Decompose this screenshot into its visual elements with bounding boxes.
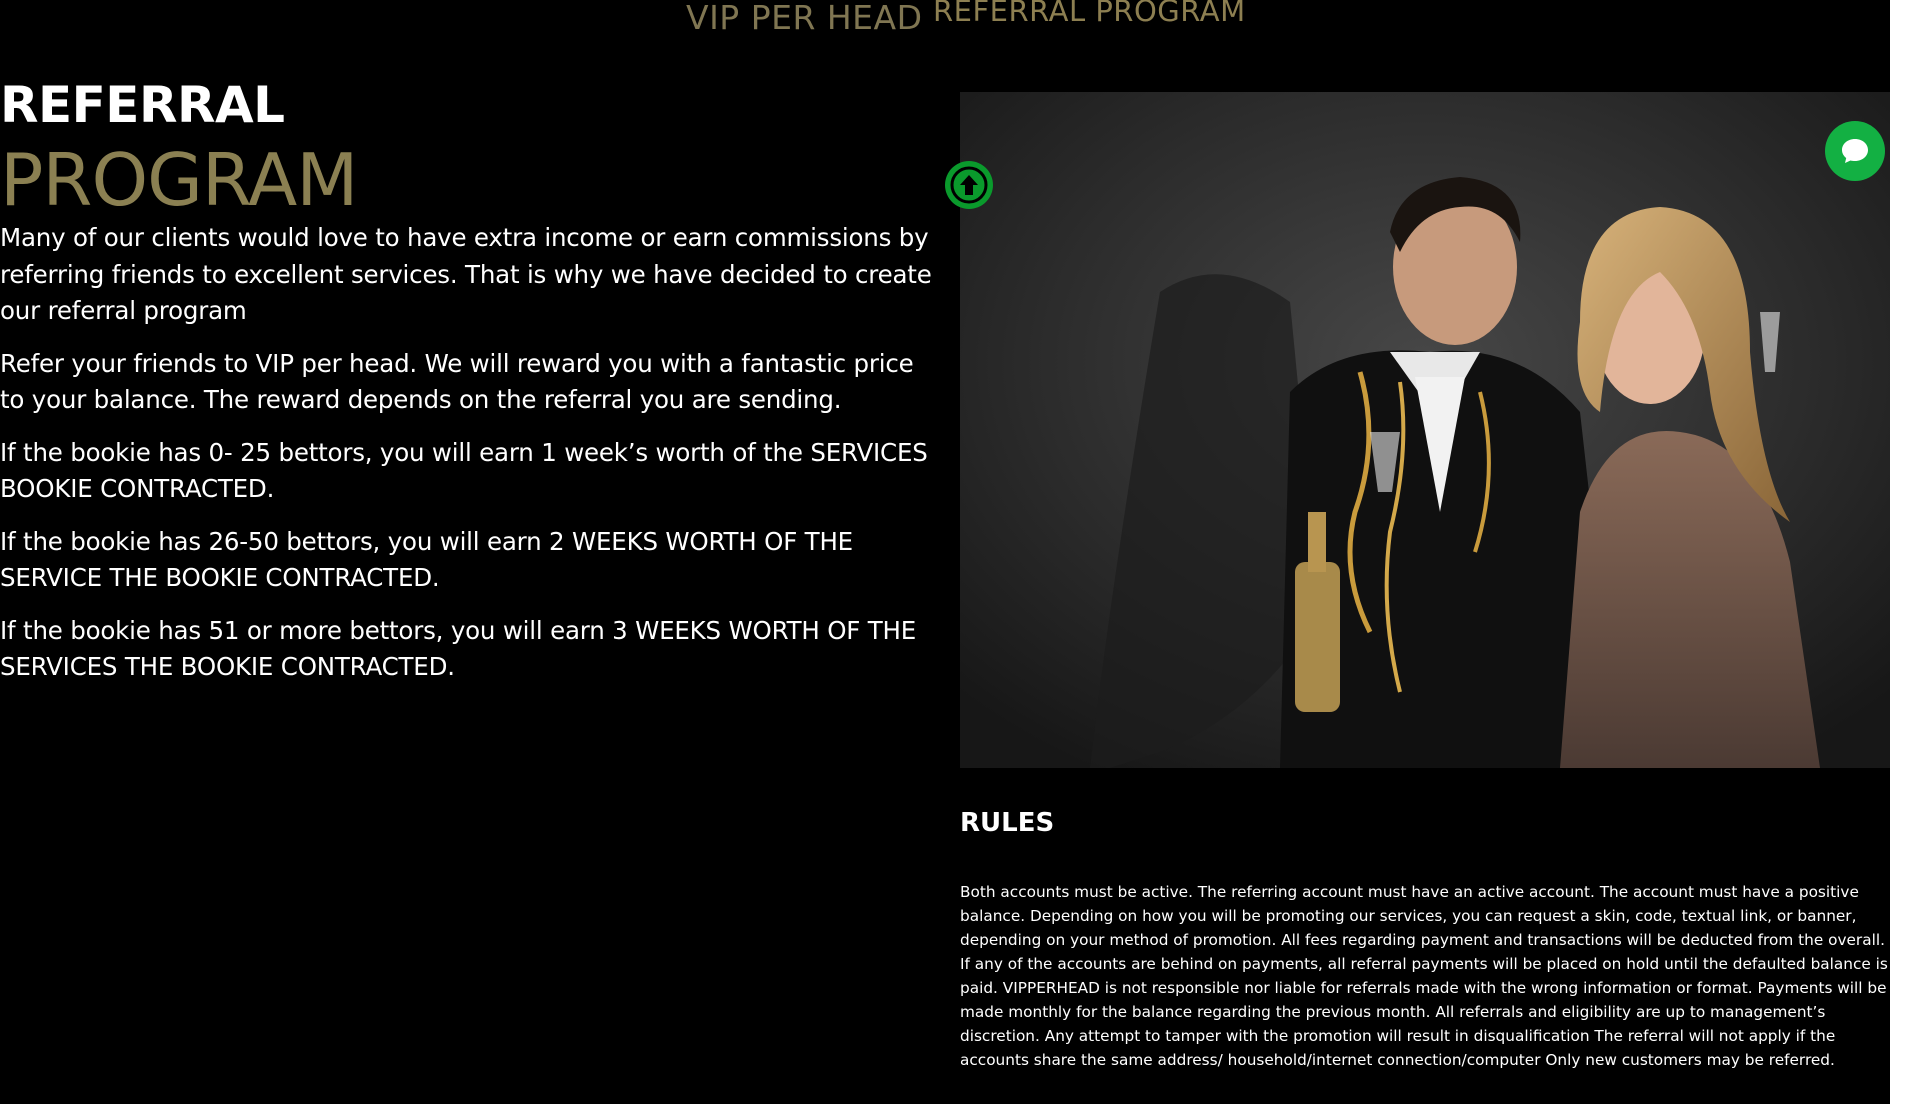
nav-link-referral-program[interactable]: REFERRAL PROGRAM: [933, 0, 1246, 28]
page: VIP PER HEAD REFERRAL PROGRAM REFERRAL P…: [0, 0, 1910, 1104]
intro-paragraph: Many of our clients would love to have e…: [0, 223, 932, 325]
page-edge: [1890, 0, 1910, 1104]
hero-section: REFERRAL PROGRAM Many of our clients wou…: [0, 70, 940, 702]
chat-bubble-icon: [1842, 139, 1868, 163]
tier-paragraph: If the bookie has 0- 25 bettors, you wil…: [0, 437, 928, 504]
top-nav: VIP PER HEAD REFERRAL PROGRAM: [0, 0, 1910, 40]
arrow-up-icon: [950, 166, 988, 204]
hero-photo: [960, 92, 1890, 768]
intro-text: Many of our clients would love to have e…: [0, 220, 940, 686]
rules-text: Both accounts must be active. The referr…: [960, 883, 1888, 1069]
title-program: PROGRAM: [0, 138, 358, 222]
couple-photo-illustration: [960, 92, 1890, 768]
intro-paragraph: Refer your friends to VIP per head. We w…: [0, 348, 914, 415]
tier-paragraph: If the bookie has 26-50 bettors, you wil…: [0, 526, 853, 593]
nav-link-vip-per-head[interactable]: VIP PER HEAD: [686, 0, 923, 37]
title-referral: REFERRAL: [0, 76, 285, 134]
rules-title: RULES: [960, 808, 1055, 838]
chat-button[interactable]: [1825, 121, 1885, 181]
tier-paragraph: If the bookie has 51 or more bettors, yo…: [0, 615, 917, 682]
scroll-to-top-button[interactable]: [945, 161, 993, 209]
